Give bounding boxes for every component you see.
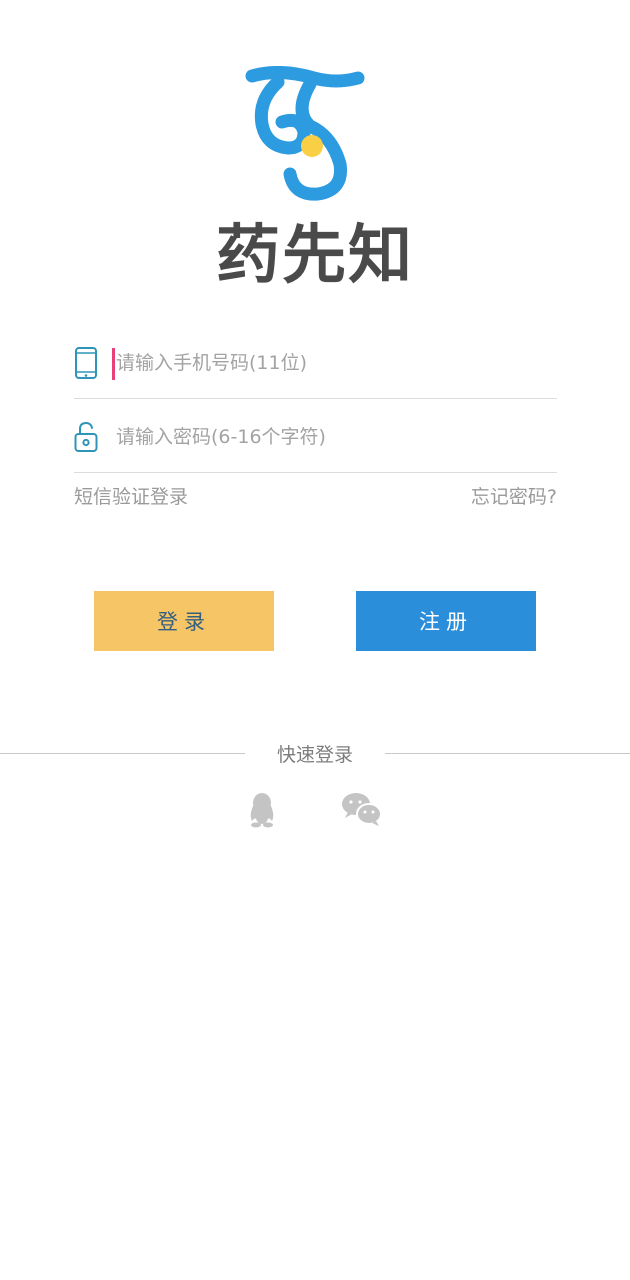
phone-field-row	[74, 324, 557, 399]
phone-icon	[74, 346, 98, 380]
register-button[interactable]: 注册	[356, 591, 536, 651]
sms-login-link[interactable]: 短信验证登录	[74, 482, 188, 509]
forgot-password-link[interactable]: 忘记密码?	[471, 482, 557, 509]
app-logo-icon	[240, 66, 370, 206]
divider-line-left	[0, 753, 245, 754]
wechat-icon[interactable]	[340, 790, 384, 830]
quick-login-divider: 快速登录	[0, 740, 630, 770]
unlock-icon	[74, 420, 98, 454]
text-caret	[112, 348, 115, 380]
app-name: 药先知	[216, 219, 414, 293]
divider-line-right	[385, 753, 630, 754]
login-button[interactable]: 登录	[94, 591, 274, 651]
qq-icon[interactable]	[244, 790, 288, 830]
quick-login-label: 快速登录	[276, 744, 353, 766]
login-options: 短信验证登录 忘记密码?	[74, 482, 557, 510]
password-field-row	[74, 398, 557, 473]
phone-input[interactable]	[116, 344, 546, 382]
password-input[interactable]	[116, 418, 546, 456]
